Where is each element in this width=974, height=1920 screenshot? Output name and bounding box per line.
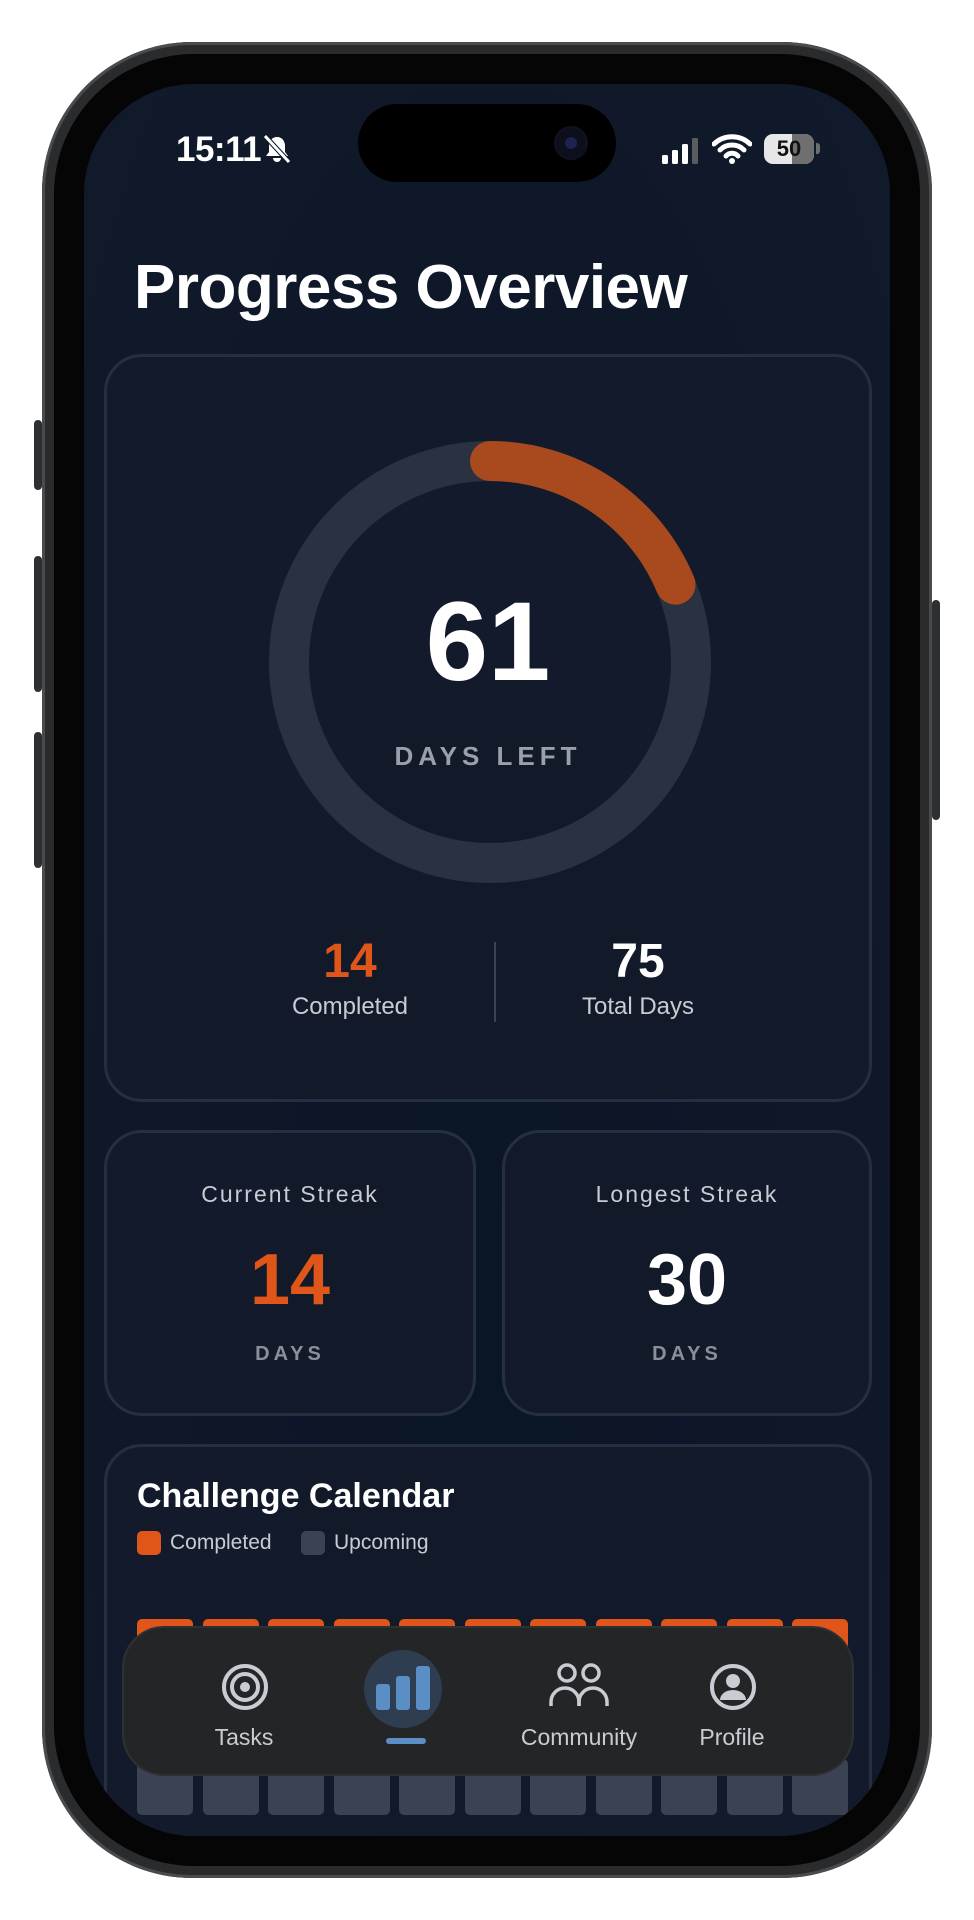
tab-active-indicator (386, 1738, 426, 1744)
mute-switch (34, 420, 42, 490)
current-streak-card: Current Streak 14 DAYS (104, 1130, 476, 1416)
total-days-stat: 75 Total Days (528, 934, 748, 1021)
legend-completed: Completed (137, 1531, 272, 1555)
tab-tasks-label: Tasks (214, 1724, 274, 1750)
stat-divider (494, 942, 496, 1022)
completed-value: 14 (323, 935, 377, 988)
legend-upcoming-label: Upcoming (334, 1531, 429, 1554)
tab-community[interactable]: Community (504, 1628, 654, 1774)
legend-upcoming-swatch (301, 1531, 325, 1555)
front-camera (556, 128, 586, 158)
current-streak-value: 14 (249, 1240, 331, 1320)
total-days-label: Total Days (581, 993, 695, 1020)
person-circle-icon (710, 1664, 756, 1710)
status-time: 15:11 (176, 130, 262, 169)
legend-upcoming: Upcoming (301, 1531, 429, 1555)
battery-level: 50 (776, 136, 802, 161)
current-streak-title: Current Streak (201, 1181, 379, 1207)
page-title: Progress Overview (134, 253, 688, 322)
volume-down-button (34, 732, 42, 868)
target-icon (222, 1664, 268, 1710)
longest-streak-title: Longest Streak (595, 1181, 779, 1207)
days-left-label: DAYS LEFT (394, 741, 582, 771)
progress-card: 61 DAYS LEFT 14 Completed 75 Total Days (104, 354, 872, 1102)
volume-up-button (34, 556, 42, 692)
legend-completed-label: Completed (170, 1531, 272, 1554)
tab-tasks[interactable]: Tasks (184, 1628, 304, 1774)
tab-community-label: Community (520, 1724, 638, 1750)
longest-streak-value: 30 (646, 1240, 728, 1320)
bar-chart-icon (376, 1666, 430, 1710)
cellular-signal-icon (662, 138, 698, 164)
tab-progress[interactable] (364, 1628, 442, 1774)
tab-bar: Tasks Community Profile (124, 1628, 852, 1774)
wifi-icon (712, 134, 752, 164)
people-icon (549, 1663, 609, 1706)
power-button (932, 600, 940, 820)
tab-profile[interactable]: Profile (672, 1628, 792, 1774)
current-streak-unit: DAYS (255, 1343, 325, 1365)
longest-streak-card: Longest Streak 30 DAYS (502, 1130, 872, 1416)
app-screen: 15:11 50 Progress Overview 61 DAYS LEFT … (84, 84, 890, 1836)
completed-stat: 14 Completed (240, 934, 460, 1021)
tab-profile-label: Profile (699, 1724, 765, 1750)
legend-completed-swatch (137, 1531, 161, 1555)
days-left-value: 61 (425, 579, 551, 704)
completed-label: Completed (291, 993, 409, 1020)
status-bar: 15:11 50 (84, 84, 890, 214)
longest-streak-unit: DAYS (652, 1343, 722, 1365)
total-days-value: 75 (611, 935, 665, 988)
silent-bell-icon (263, 134, 291, 164)
calendar-title: Challenge Calendar (137, 1477, 455, 1515)
battery-tip (816, 143, 820, 154)
battery-icon: 50 (764, 134, 814, 164)
